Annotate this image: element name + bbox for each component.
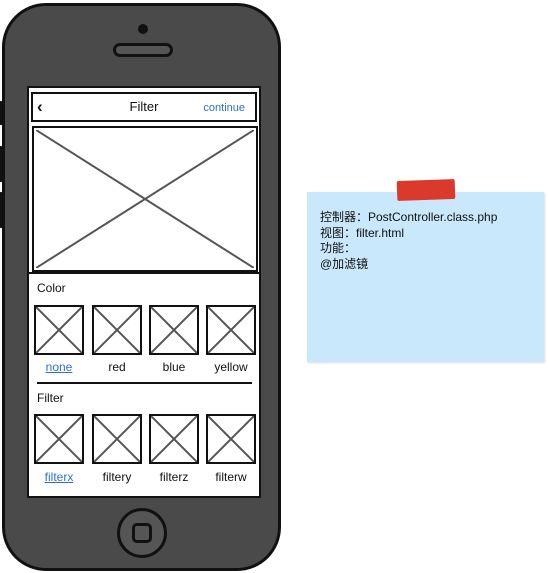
- sticky-note-tape: [396, 178, 456, 202]
- image-placeholder-icon: [208, 307, 254, 353]
- home-button[interactable]: [117, 508, 167, 558]
- home-square-icon: [132, 523, 152, 543]
- image-placeholder-icon: [36, 307, 82, 353]
- image-placeholder-icon: [151, 416, 197, 462]
- filter-thumb-filterx[interactable]: [34, 414, 84, 464]
- filter-label-filterx[interactable]: filterx: [30, 470, 88, 484]
- filter-section-title: Filter: [37, 391, 64, 405]
- filter-thumb-filterz[interactable]: [149, 414, 199, 464]
- filter-label-filterw[interactable]: filterw: [202, 470, 259, 484]
- color-thumb-none[interactable]: [34, 305, 84, 355]
- image-placeholder-icon: [151, 307, 197, 353]
- filter-label-filterz[interactable]: filterz: [145, 470, 203, 484]
- image-placeholder-icon: [94, 416, 140, 462]
- section-divider: [37, 382, 252, 384]
- image-placeholder-icon: [94, 307, 140, 353]
- speaker-grille: [113, 43, 173, 57]
- filter-thumb-filterw[interactable]: [206, 414, 256, 464]
- navigation-bar: ‹ Filter continue: [31, 92, 257, 122]
- continue-button[interactable]: continue: [203, 102, 245, 114]
- color-thumb-red[interactable]: [92, 305, 142, 355]
- image-placeholder-icon: [36, 130, 254, 268]
- phone-screen: ‹ Filter continue Color none red blue ye…: [27, 86, 261, 498]
- color-thumb-yellow[interactable]: [206, 305, 256, 355]
- phone-frame: ‹ Filter continue Color none red blue ye…: [0, 3, 281, 571]
- image-placeholder-icon: [208, 416, 254, 462]
- color-label-blue[interactable]: blue: [145, 360, 203, 374]
- image-preview-placeholder: [32, 126, 258, 272]
- note-line-feature: @加滤镜: [320, 257, 369, 271]
- filter-label-filtery[interactable]: filtery: [88, 470, 146, 484]
- section-divider: [29, 272, 259, 274]
- note-line-function: 功能：: [320, 241, 357, 255]
- color-label-yellow[interactable]: yellow: [202, 360, 259, 374]
- color-section-title: Color: [37, 281, 66, 295]
- sticky-note: 控制器：PostController.class.php 视图：filter.h…: [307, 192, 544, 362]
- phone-side-button: [0, 101, 3, 125]
- color-label-none[interactable]: none: [30, 360, 88, 374]
- image-placeholder-icon: [36, 416, 82, 462]
- color-label-red[interactable]: red: [88, 360, 146, 374]
- phone-volume-up-button: [0, 146, 3, 182]
- note-line-controller: 控制器：PostController.class.php: [320, 210, 498, 224]
- color-thumb-blue[interactable]: [149, 305, 199, 355]
- phone-volume-down-button: [0, 192, 3, 228]
- camera-icon: [138, 24, 148, 34]
- filter-thumb-filtery[interactable]: [92, 414, 142, 464]
